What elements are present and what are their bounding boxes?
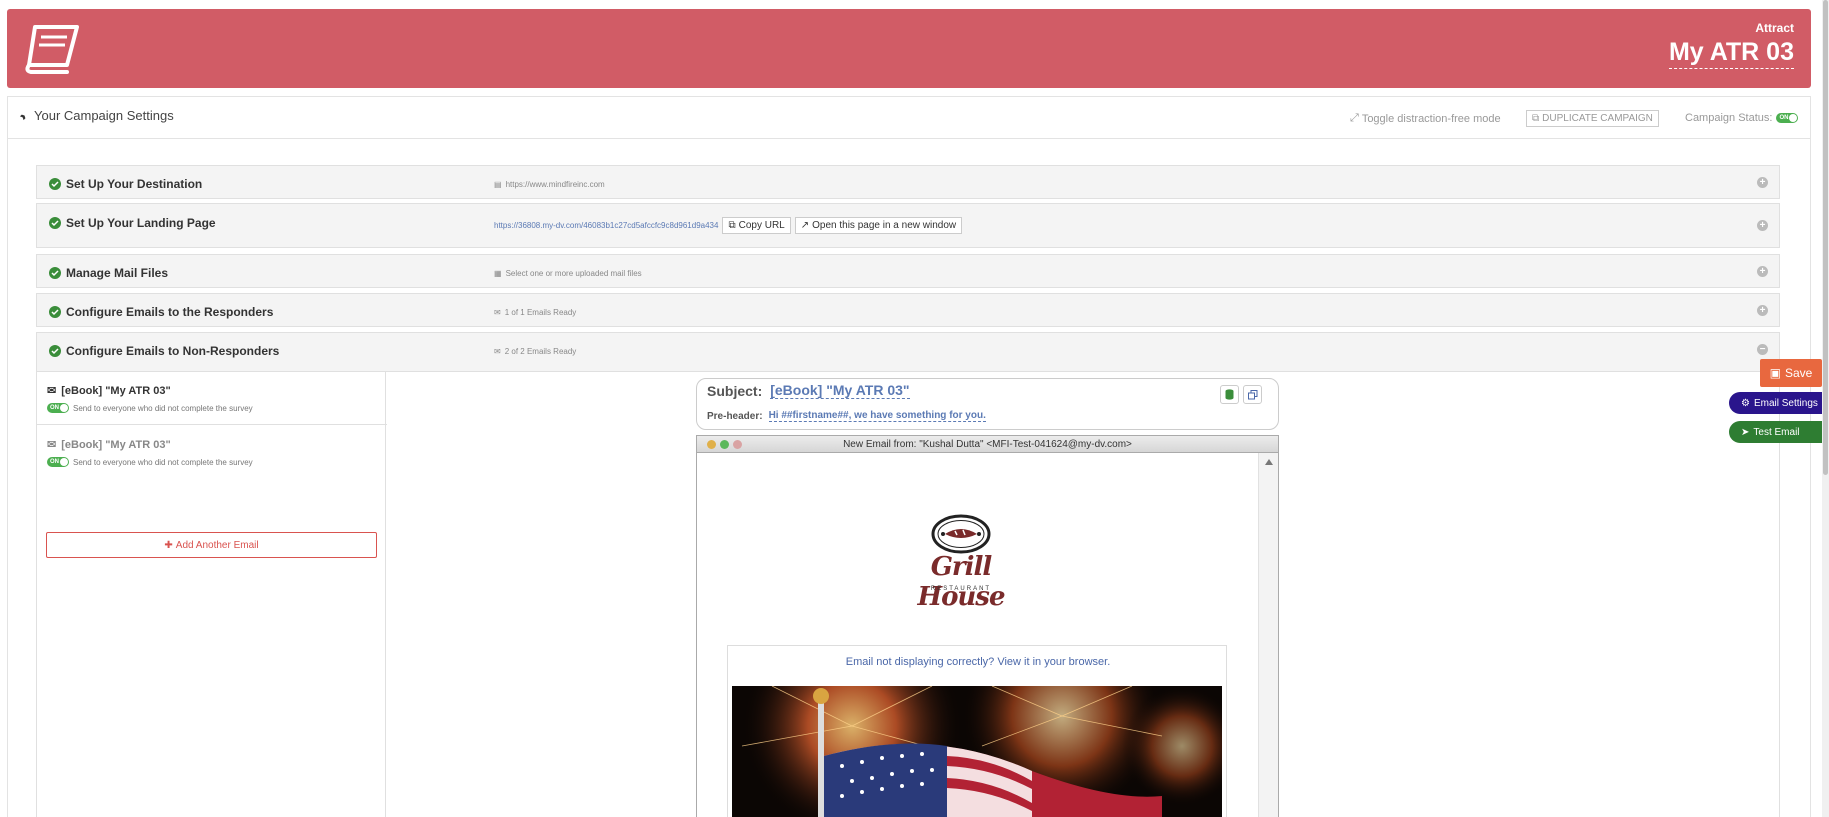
section-title: Configure Emails to Non-Responders — [66, 344, 280, 358]
subject-value[interactable]: [eBook] "My ATR 03" — [770, 382, 910, 399]
email-settings-button[interactable]: ⚙ Email Settings — [1729, 392, 1822, 414]
check-circle-icon — [49, 267, 61, 279]
collapse-minus-icon[interactable]: − — [1757, 344, 1768, 355]
email-preview-window: New Email from: "Kushal Dutta" <MFI-Test… — [696, 435, 1279, 817]
logo-subtext: RESTAURANT — [930, 586, 992, 592]
settings-icon: ⚙ — [1741, 397, 1750, 409]
envelope-icon: ✉ — [494, 308, 501, 317]
campaign-header: Attract My ATR 03 — [7, 9, 1811, 88]
file-icon: ▦ — [494, 269, 502, 278]
destination-url: https://www.mindfireinc.com — [505, 180, 605, 189]
database-button[interactable] — [1220, 385, 1239, 404]
campaign-status-switch[interactable]: ON — [1776, 113, 1799, 123]
envelope-icon: ✉ — [47, 385, 57, 397]
section-title: Set Up Your Landing Page — [66, 216, 216, 230]
test-email-button[interactable]: ➤ Test Email — [1729, 421, 1822, 443]
paper-plane-icon: ➤ — [1741, 426, 1750, 438]
save-button[interactable]: ▣ Save — [1760, 359, 1822, 387]
copy-icon: ⧉ — [728, 220, 736, 231]
envelope-icon: ✉ — [494, 347, 501, 356]
toggle-distraction-free[interactable]: ⤢ Toggle distraction-free mode — [1350, 112, 1501, 125]
plus-icon: ✚ — [164, 539, 173, 551]
add-another-email-button[interactable]: ✚ Add Another Email — [46, 532, 377, 558]
copy-url-button[interactable]: ⧉ Copy URL — [722, 217, 791, 234]
copy-button[interactable] — [1243, 385, 1262, 404]
zoom-dot-icon — [720, 440, 729, 449]
section-title: Configure Emails to the Responders — [66, 305, 274, 319]
section-mail-files[interactable]: Manage Mail Files ▦ Select one or more u… — [36, 254, 1780, 288]
check-circle-icon — [49, 178, 61, 190]
database-icon — [1225, 389, 1234, 400]
close-dot-icon — [733, 440, 742, 449]
expand-plus-icon[interactable]: + — [1757, 220, 1768, 231]
open-new-window-button[interactable]: ↗ Open this page in a new window — [794, 217, 963, 234]
minimize-dot-icon — [707, 440, 716, 449]
section-responder-emails[interactable]: Configure Emails to the Responders ✉ 1 o… — [36, 293, 1780, 327]
subject-label: Subject: — [707, 382, 763, 399]
expand-icon: ⤢ — [1350, 112, 1359, 124]
landing-page-url[interactable]: https://36808.my-dv.com/46083b1c27cd5afc… — [494, 221, 718, 230]
section-destination[interactable]: Set Up Your Destination ▤ https://www.mi… — [36, 165, 1780, 199]
preheader-label: Pre-header: — [707, 410, 763, 422]
scroll-up-icon[interactable] — [1265, 459, 1273, 465]
campaign-title[interactable]: My ATR 03 — [1668, 38, 1794, 69]
email-item[interactable]: ✉ [eBook] "My ATR 03" ON Send to everyone … — [47, 438, 253, 467]
copy-icon: ⧉ — [1532, 113, 1540, 124]
view-in-browser-link[interactable]: Email not displaying correctly? View it … — [728, 656, 1228, 668]
section-landing-page[interactable]: Set Up Your Landing Page https://36808.m… — [36, 203, 1780, 248]
page-scrollbar[interactable] — [1822, 0, 1829, 817]
email-item[interactable]: ✉ [eBook] "My ATR 03" ON Send to everyone … — [47, 384, 253, 413]
preview-scrollbar[interactable] — [1258, 453, 1278, 817]
logo-text: Grill House — [917, 552, 1006, 612]
fireworks-flag-image — [732, 686, 1222, 817]
preheader-value[interactable]: Hi ##firstname##, we have something for … — [768, 410, 986, 422]
grill-house-logo: Grill House RESTAURANT — [897, 510, 1025, 612]
book-icon: ▤ — [494, 180, 502, 189]
campaign-type: Attract — [1755, 21, 1794, 35]
email-list: ✉ [eBook] "My ATR 03" ON Send to everyone … — [36, 372, 387, 817]
external-link-icon: ↗ — [800, 220, 810, 231]
duplicate-campaign-button[interactable]: ⧉ DUPLICATE CAMPAIGN — [1526, 110, 1659, 127]
settings-title: Your Campaign Settings — [19, 108, 174, 123]
check-circle-icon — [49, 217, 61, 229]
scrollbar-thumb[interactable] — [1823, 0, 1828, 475]
check-circle-icon — [49, 306, 61, 318]
section-non-responder-emails[interactable]: Configure Emails to Non-Responders ✉ 2 o… — [36, 332, 1780, 372]
section-title: Set Up Your Destination — [66, 177, 203, 191]
copy-icon — [1247, 389, 1257, 399]
floppy-disk-icon: ▣ — [1769, 366, 1781, 380]
subject-panel: Subject: [eBook] "My ATR 03" Pre-header:… — [696, 378, 1279, 430]
campaign-status: Campaign Status: ON — [1685, 112, 1799, 124]
book-icon — [25, 25, 79, 74]
preview-window-title: New Email from: "Kushal Dutta" <MFI-Test… — [843, 439, 1132, 450]
expand-plus-icon[interactable]: + — [1757, 266, 1768, 277]
section-title: Manage Mail Files — [66, 266, 169, 280]
envelope-icon: ✉ — [47, 439, 57, 451]
check-circle-icon — [49, 345, 61, 357]
email-body: Email not displaying correctly? View it … — [727, 645, 1227, 817]
expand-plus-icon[interactable]: + — [1757, 177, 1768, 188]
expand-plus-icon[interactable]: + — [1757, 305, 1768, 316]
email-on-switch[interactable]: ON — [47, 403, 69, 413]
email-on-switch[interactable]: ON — [47, 457, 69, 467]
rocket-icon — [19, 110, 30, 121]
